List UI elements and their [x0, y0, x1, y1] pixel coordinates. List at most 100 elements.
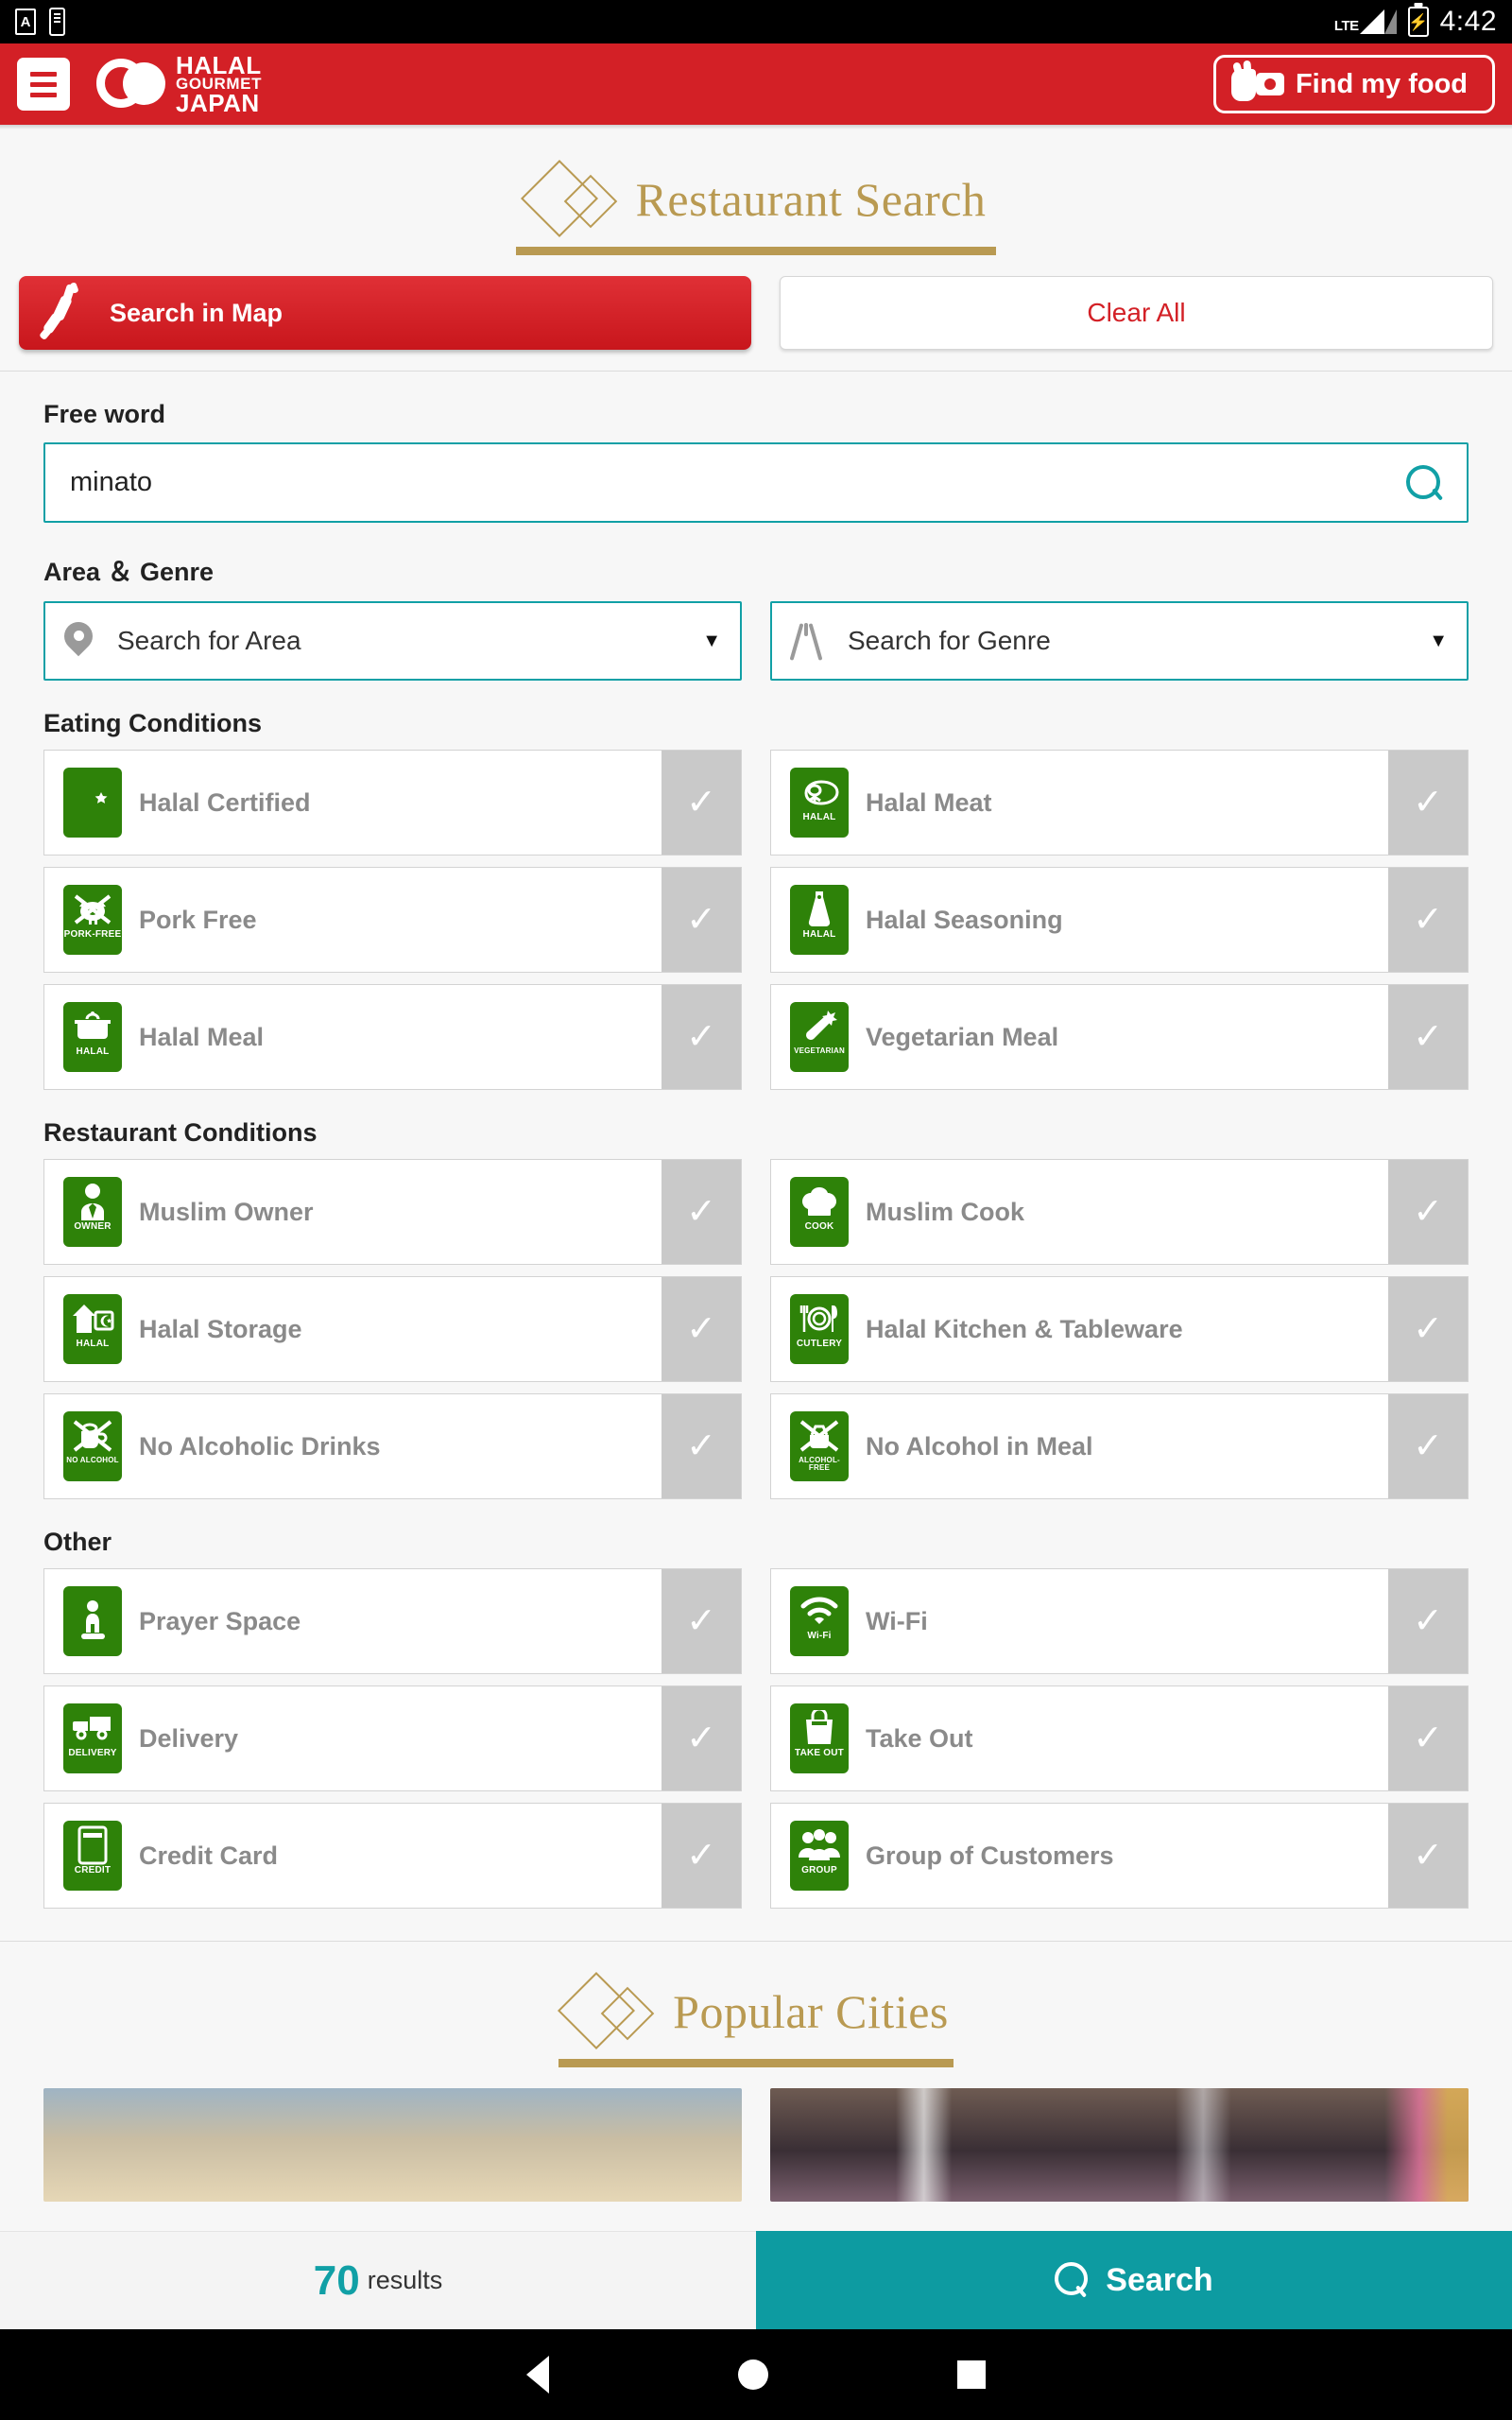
popular-cities-section: Popular Cities — [0, 1942, 1512, 2202]
condition-label: Group of Customers — [866, 1841, 1114, 1870]
logo-line-3: JAPAN — [176, 88, 260, 117]
condition-checkbox-row[interactable]: Halal Certified ✓ — [43, 750, 742, 856]
search-button[interactable]: Search — [756, 2231, 1512, 2329]
condition-check-toggle[interactable]: ✓ — [1388, 1394, 1468, 1498]
condition-row-body: HALAL Halal Meat — [771, 751, 1388, 855]
badge-glyph — [790, 1586, 849, 1632]
condition-label: Halal Meal — [139, 1022, 265, 1051]
condition-checkbox-row[interactable]: CUTLERY Halal Kitchen & Tableware ✓ — [770, 1276, 1469, 1382]
app-header: HALAL GOURMET JAPAN Find my food — [0, 43, 1512, 125]
badge-caption: HALAL — [76, 1339, 110, 1349]
badge-glyph — [63, 1703, 122, 1749]
hamburger-menu-icon[interactable] — [17, 58, 70, 111]
city-card[interactable] — [770, 2088, 1469, 2202]
chevron-down-icon: ▼ — [1429, 630, 1448, 651]
condition-sections: Eating Conditions Halal Certified ✓ HALAL Ha… — [43, 709, 1469, 1909]
keyboard-layout-icon: A — [15, 9, 36, 35]
badge-caption: CUTLERY — [796, 1339, 843, 1349]
diamond-ornament-icon — [520, 159, 632, 238]
badge-glyph — [63, 1177, 122, 1222]
condition-label: Credit Card — [139, 1841, 279, 1870]
condition-checkbox-row[interactable]: OWNER Muslim Owner ✓ — [43, 1159, 742, 1265]
magnifier-icon[interactable] — [1404, 464, 1442, 502]
condition-check-toggle[interactable]: ✓ — [1388, 751, 1468, 855]
home-icon[interactable] — [738, 2360, 768, 2390]
condition-check-toggle[interactable]: ✓ — [662, 751, 741, 855]
results-count-number: 70 — [313, 2256, 360, 2304]
genre-select[interactable]: Search for Genre ▼ — [770, 601, 1469, 681]
status-right-icons: LTE ⚡ 4:42 — [1334, 6, 1497, 38]
condition-checkbox-row[interactable]: HALAL Halal Seasoning ✓ — [770, 867, 1469, 973]
area-select[interactable]: Search for Area ▼ — [43, 601, 742, 681]
free-word-input[interactable]: minato — [43, 442, 1469, 523]
sauce-bottle-icon: HALAL — [790, 885, 849, 955]
condition-checkbox-row[interactable]: NO ALCOHOL No Alcoholic Drinks ✓ — [43, 1393, 742, 1499]
condition-check-toggle[interactable]: ✓ — [662, 1277, 741, 1381]
mug-crossed-icon: NO ALCOHOL — [63, 1411, 122, 1481]
condition-check-toggle[interactable]: ✓ — [662, 868, 741, 972]
condition-row-body: CREDIT Credit Card — [44, 1804, 662, 1908]
badge-caption: ALCOHOL-FREE — [799, 1456, 840, 1472]
clear-all-button[interactable]: Clear All — [780, 276, 1493, 350]
condition-check-toggle[interactable]: ✓ — [1388, 1569, 1468, 1673]
condition-checkbox-row[interactable]: VEGETARIAN Vegetarian Meal ✓ — [770, 984, 1469, 1090]
truck-icon: DELIVERY — [63, 1703, 122, 1773]
condition-check-toggle[interactable]: ✓ — [662, 985, 741, 1089]
condition-check-toggle[interactable]: ✓ — [662, 1569, 741, 1673]
page-title: Restaurant Search — [0, 130, 1512, 255]
badge-caption: HALAL — [802, 929, 836, 940]
back-icon[interactable] — [526, 2356, 549, 2394]
badge-glyph — [790, 885, 849, 930]
status-left-icons: A — [15, 8, 65, 36]
condition-checkbox-row[interactable]: GROUP Group of Customers ✓ — [770, 1803, 1469, 1909]
condition-checkbox-row[interactable]: TAKE OUT Take Out ✓ — [770, 1685, 1469, 1791]
condition-check-toggle[interactable]: ✓ — [662, 1160, 741, 1264]
condition-label: Halal Meat — [866, 787, 992, 817]
condition-check-toggle[interactable]: ✓ — [662, 1686, 741, 1790]
condition-checkbox-row[interactable]: CREDIT Credit Card ✓ — [43, 1803, 742, 1909]
condition-checkbox-row[interactable]: HALAL Halal Meat ✓ — [770, 750, 1469, 856]
city-card[interactable] — [43, 2088, 742, 2202]
condition-check-toggle[interactable]: ✓ — [662, 1804, 741, 1908]
badge-glyph — [63, 1002, 122, 1047]
condition-row-body: TAKE OUT Take Out — [771, 1686, 1388, 1790]
condition-checkbox-row[interactable]: Wi-Fi Wi-Fi ✓ — [770, 1568, 1469, 1674]
badge-glyph — [63, 1411, 122, 1457]
signal-bars-secondary-icon — [1383, 9, 1397, 34]
find-my-food-button[interactable]: Find my food — [1212, 55, 1495, 113]
badge-caption: COOK — [804, 1221, 834, 1232]
recents-icon[interactable] — [957, 2360, 986, 2389]
find-my-food-label: Find my food — [1295, 68, 1468, 99]
meat-icon: HALAL — [790, 768, 849, 838]
badge-caption: NO ALCOHOL — [66, 1456, 119, 1464]
condition-grid: Prayer Space ✓ Wi-Fi Wi-Fi ✓ DELIVERY Delivery… — [43, 1568, 1469, 1909]
condition-checkbox-row[interactable]: Prayer Space ✓ — [43, 1568, 742, 1674]
condition-checkbox-row[interactable]: HALAL Halal Storage ✓ — [43, 1276, 742, 1382]
badge-glyph — [790, 1703, 849, 1749]
condition-check-toggle[interactable]: ✓ — [1388, 1804, 1468, 1908]
condition-row-body: Prayer Space — [44, 1569, 662, 1673]
condition-check-toggle[interactable]: ✓ — [662, 1394, 741, 1498]
map-pin-icon — [64, 622, 93, 660]
battery-charging-icon: ⚡ — [1407, 7, 1429, 37]
android-status-bar: A LTE ⚡ 4:42 — [0, 0, 1512, 43]
condition-check-toggle[interactable]: ✓ — [1388, 985, 1468, 1089]
condition-checkbox-row[interactable]: PORK-FREE Pork Free ✓ — [43, 867, 742, 973]
condition-checkbox-row[interactable]: ALCOHOL-FREE No Alcohol in Meal ✓ — [770, 1393, 1469, 1499]
condition-row-body: COOK Muslim Cook — [771, 1160, 1388, 1264]
condition-checkbox-row[interactable]: DELIVERY Delivery ✓ — [43, 1685, 742, 1791]
condition-checkbox-row[interactable]: COOK Muslim Cook ✓ — [770, 1159, 1469, 1265]
brand-logo[interactable]: HALAL GOURMET JAPAN — [96, 52, 262, 117]
signal-icon: LTE — [1334, 9, 1397, 34]
network-type-label: LTE — [1333, 18, 1359, 34]
condition-label: Halal Certified — [139, 787, 311, 817]
condition-check-toggle[interactable]: ✓ — [1388, 1160, 1468, 1264]
condition-checkbox-row[interactable]: HALAL Halal Meal ✓ — [43, 984, 742, 1090]
condition-check-toggle[interactable]: ✓ — [1388, 1277, 1468, 1381]
japan-map-icon — [39, 282, 89, 343]
search-in-map-button[interactable]: Search in Map — [19, 276, 751, 350]
signal-bars-icon — [1359, 9, 1384, 34]
condition-check-toggle[interactable]: ✓ — [1388, 1686, 1468, 1790]
condition-check-toggle[interactable]: ✓ — [1388, 868, 1468, 972]
condition-label: Halal Storage — [139, 1314, 302, 1343]
